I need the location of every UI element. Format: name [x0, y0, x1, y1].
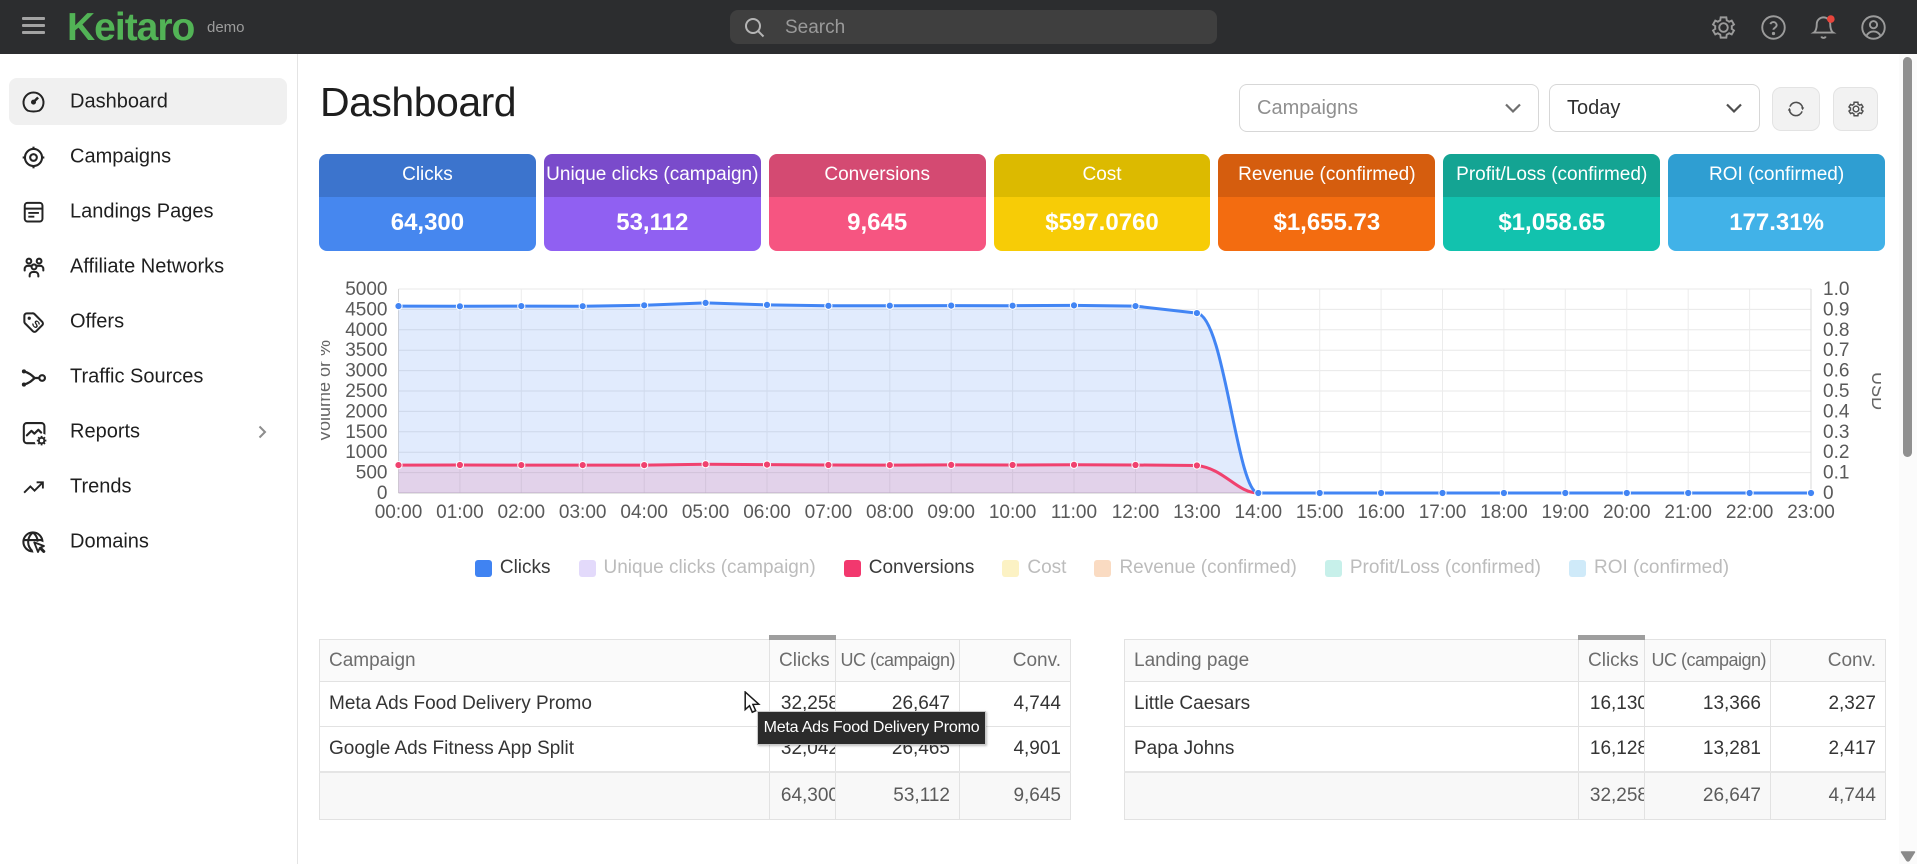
svg-text:20:00: 20:00 [1603, 502, 1651, 523]
svg-text:21:00: 21:00 [1664, 502, 1712, 523]
svg-text:22:00: 22:00 [1726, 502, 1774, 523]
svg-text:19:00: 19:00 [1542, 502, 1590, 523]
svg-text:0.2: 0.2 [1823, 442, 1849, 463]
svg-text:01:00: 01:00 [436, 502, 484, 523]
svg-text:1.0: 1.0 [1823, 279, 1849, 300]
svg-text:4500: 4500 [345, 299, 387, 320]
svg-text:18:00: 18:00 [1480, 502, 1528, 523]
svg-text:1000: 1000 [345, 442, 387, 463]
svg-text:17:00: 17:00 [1419, 502, 1467, 523]
svg-text:04:00: 04:00 [620, 502, 668, 523]
svg-text:15:00: 15:00 [1296, 502, 1344, 523]
svg-text:07:00: 07:00 [805, 502, 853, 523]
svg-text:0: 0 [377, 483, 388, 504]
svg-text:0.1: 0.1 [1823, 463, 1849, 484]
svg-text:08:00: 08:00 [866, 502, 914, 523]
svg-text:0.9: 0.9 [1823, 299, 1849, 320]
svg-text:2000: 2000 [345, 401, 387, 422]
svg-text:3500: 3500 [345, 340, 387, 361]
svg-text:0.7: 0.7 [1823, 340, 1849, 361]
svg-text:Volume or %: Volume or % [321, 340, 334, 442]
svg-text:05:00: 05:00 [682, 502, 730, 523]
svg-text:16:00: 16:00 [1357, 502, 1405, 523]
svg-text:0: 0 [1823, 483, 1834, 504]
svg-text:13:00: 13:00 [1173, 502, 1221, 523]
svg-text:11:00: 11:00 [1051, 502, 1097, 523]
svg-text:0.6: 0.6 [1823, 361, 1849, 382]
svg-text:1500: 1500 [345, 422, 387, 443]
svg-text:23:00: 23:00 [1787, 502, 1835, 523]
svg-text:USD: USD [1868, 372, 1881, 410]
svg-text:0.8: 0.8 [1823, 320, 1849, 341]
svg-text:06:00: 06:00 [743, 502, 791, 523]
svg-text:10:00: 10:00 [989, 502, 1037, 523]
svg-text:0.4: 0.4 [1823, 401, 1850, 422]
svg-text:0.5: 0.5 [1823, 381, 1849, 402]
svg-text:0.3: 0.3 [1823, 422, 1849, 443]
svg-text:500: 500 [356, 463, 388, 484]
svg-text:3000: 3000 [345, 361, 387, 382]
svg-text:12:00: 12:00 [1112, 502, 1160, 523]
svg-text:00:00: 00:00 [375, 502, 423, 523]
svg-text:14:00: 14:00 [1235, 502, 1283, 523]
svg-text:03:00: 03:00 [559, 502, 607, 523]
svg-text:5000: 5000 [345, 279, 387, 300]
svg-text:4000: 4000 [345, 320, 387, 341]
svg-text:09:00: 09:00 [927, 502, 975, 523]
svg-text:2500: 2500 [345, 381, 387, 402]
svg-text:02:00: 02:00 [498, 502, 546, 523]
